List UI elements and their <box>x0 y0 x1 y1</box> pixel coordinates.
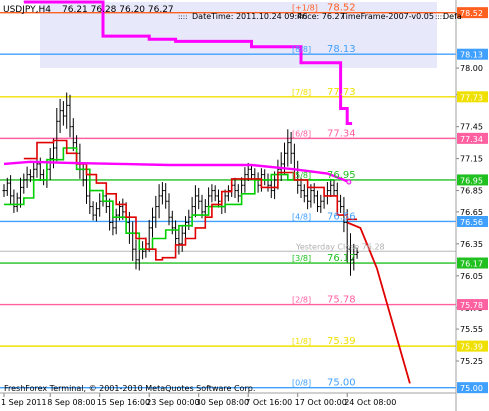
symbol-label: USDJPY,H4 <box>3 5 51 15</box>
murrey-value-label: 76.95 <box>327 170 356 181</box>
price-level-label: 75.00 <box>460 384 483 393</box>
datetime-label: DateTime: 2011.10.24 09:46 <box>192 12 307 21</box>
murrey-level-label: [8/8] <box>292 45 311 54</box>
time-tick-label: 24 Oct 08:00 <box>344 398 396 407</box>
price-level-label: 77.34 <box>460 135 483 144</box>
price-level-label: 76.17 <box>460 260 483 269</box>
copyright-label: FreshForex Terminal, © 2001-2010 MetaQuo… <box>4 384 255 393</box>
price-level-label: 75.39 <box>460 343 483 352</box>
murrey-level-label: [2/8] <box>292 296 311 305</box>
murrey-level-label: [0/8] <box>292 379 311 388</box>
price-level-label: 78.13 <box>460 51 483 60</box>
murrey-value-label: 75.39 <box>327 336 356 347</box>
price-label: Price: 76.27 <box>297 12 345 21</box>
time-tick-label: 30 Sep 08:00 <box>196 398 249 407</box>
status-dots: :::: <box>178 13 187 21</box>
scale-tick-label: 76.05 <box>460 272 483 281</box>
murrey-level-label: [3/8] <box>292 254 311 263</box>
murrey-level-label: [5/8] <box>292 171 311 180</box>
price-level-label: 75.78 <box>460 301 483 310</box>
time-tick-label: 7 Oct 16:00 <box>245 398 292 407</box>
price-level-label: 76.56 <box>460 218 483 227</box>
scale-tick-label: 76.35 <box>460 240 483 249</box>
time-tick-label: 1 Sep 2011 <box>1 398 47 407</box>
murrey-value-label: 77.73 <box>327 87 356 98</box>
scale-tick-label: 78.00 <box>460 64 483 73</box>
scale-tick-label: 75.55 <box>460 325 483 334</box>
price-level-label: 76.95 <box>460 176 483 185</box>
price-level-label: 78.52 <box>460 9 483 18</box>
murrey-value-label: 76.56 <box>327 211 356 222</box>
murrey-level-label: [7/8] <box>292 88 311 97</box>
murrey-level-label: [6/8] <box>292 129 311 138</box>
default-label: Defa <box>443 12 462 21</box>
murrey-value-label: 77.34 <box>327 128 356 139</box>
ohlc-label: 76.21 76.28 76.20 76.27 <box>62 5 174 15</box>
murrey-level-label: [1/8] <box>292 337 311 346</box>
scale-tick-label: 76.85 <box>460 187 483 196</box>
price-chart: [+1/8] 78.52[8/8] 78.13[7/8] 77.73[6/8] 77.3… <box>0 0 489 411</box>
yesterday-close-label: Yesterday Close 76.28 <box>295 242 385 251</box>
murrey-value-label: 78.13 <box>327 44 356 55</box>
time-tick-label: 15 Sep 16:00 <box>97 398 150 407</box>
murrey-value-label: 75.00 <box>327 378 356 389</box>
price-level-label: 77.73 <box>460 93 483 102</box>
scale-tick-label: 77.45 <box>460 123 483 132</box>
murrey-value-label: 75.78 <box>327 295 356 306</box>
scale-tick-label: 77.15 <box>460 155 483 164</box>
time-tick-label: 17 Oct 00:00 <box>295 398 347 407</box>
scale-tick-label: 75.25 <box>460 357 483 366</box>
timeframe-label: TimeFrame-2007-v0.05 <box>340 12 434 21</box>
time-tick-label: 23 Sep 00:00 <box>146 398 199 407</box>
murrey-level-label: [4/8] <box>292 212 311 221</box>
scale-tick-label: 76.65 <box>460 208 483 217</box>
time-tick-label: 8 Sep 08:00 <box>47 398 95 407</box>
murrey-value-label: 76.17 <box>327 253 356 264</box>
